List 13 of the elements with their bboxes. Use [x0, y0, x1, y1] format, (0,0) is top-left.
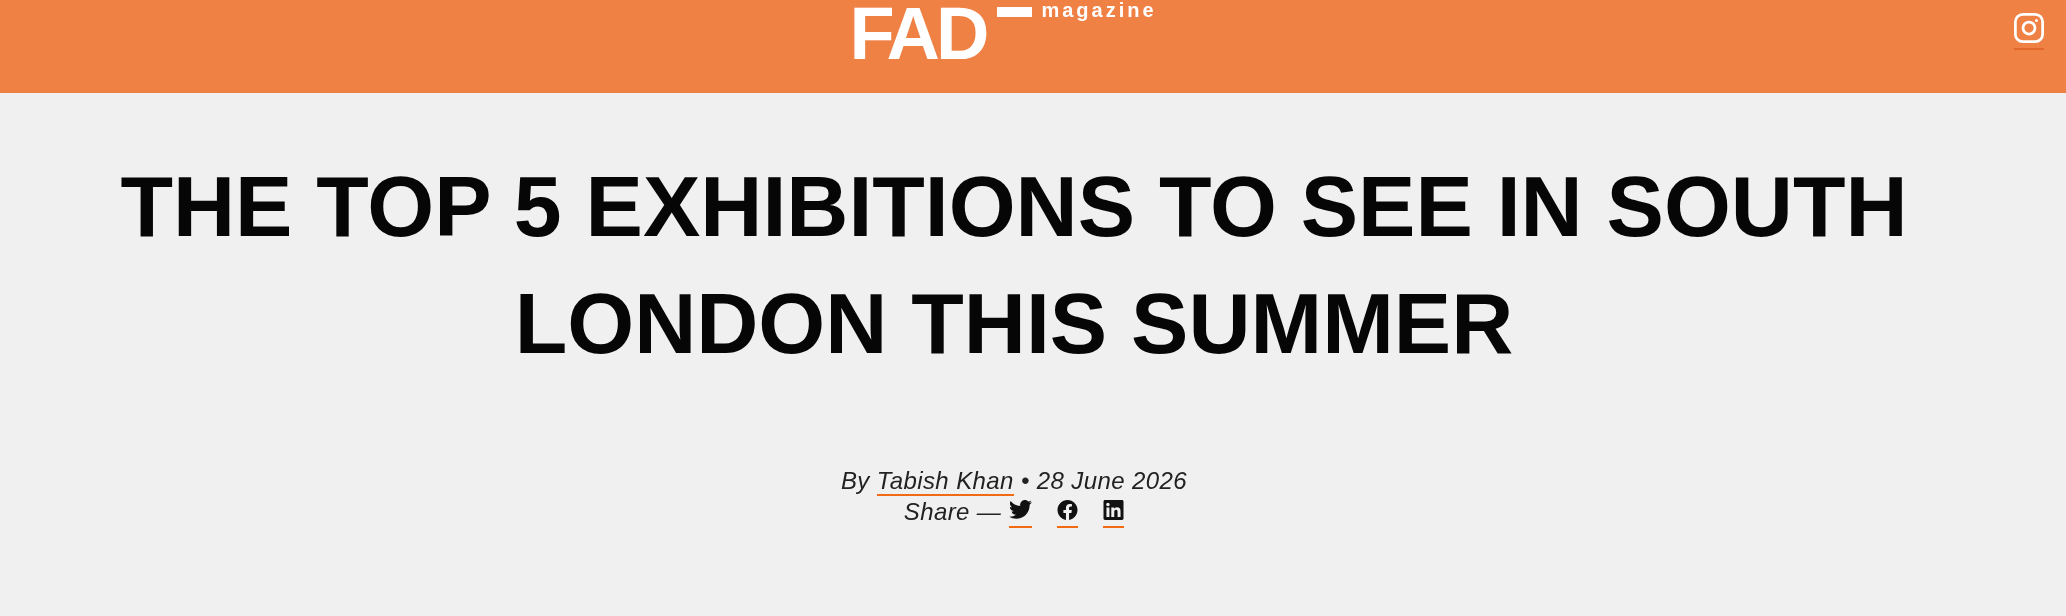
byline: By Tabish Khan • 28 June 2026 — [839, 466, 1189, 496]
logo-bar-icon — [997, 7, 1033, 17]
bird-icon — [1009, 500, 1033, 519]
article-title: THE TOP 5 EXHIBITIONS TO SEE IN SOUTH LONDON THIS SUMMER — [119, 157, 1909, 373]
logo-tagline[interactable]: magazine — [1041, 0, 1157, 20]
author-link[interactable]: Tabish Khan — [876, 467, 1014, 496]
social-link[interactable] — [2014, 13, 2044, 50]
camera-icon — [2014, 13, 2044, 43]
share-label: Share — — [903, 497, 1002, 527]
logo-wordmark[interactable]: FAD — [849, 0, 986, 68]
share-link[interactable] — [1057, 500, 1079, 528]
share-link[interactable] — [1103, 500, 1125, 528]
share-link[interactable] — [1009, 500, 1033, 528]
